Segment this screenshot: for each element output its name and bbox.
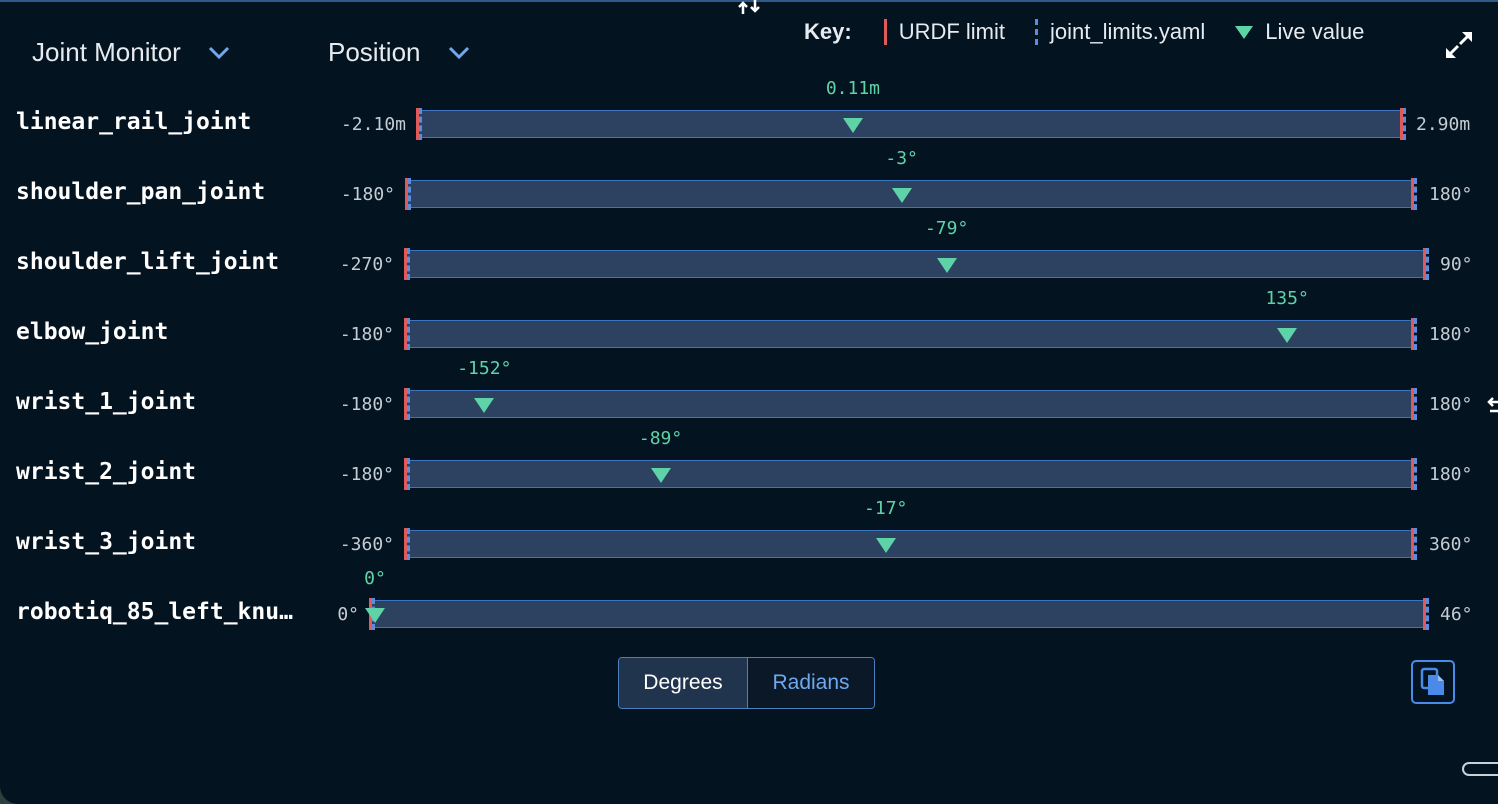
yaml-max-limit [1426,248,1429,280]
joint-name: shoulder_pan_joint [16,179,266,205]
joint-max-label: 180° [1429,464,1473,485]
joint-min-label: -180° [339,324,394,345]
yaml-min-limit [407,318,410,350]
joint-range-track [406,250,1425,278]
joint-min-label: -360° [339,534,394,555]
joint-range-track [406,530,1413,558]
live-value-label: -17° [864,498,908,519]
joint-max-label: 360° [1429,534,1473,555]
mode-selector-dropdown[interactable]: Position [328,30,471,74]
legend-item-urdf: URDF limit [883,19,1006,45]
joint-monitor-panel: Joint Monitor Position Key: URDF limit j… [0,0,1498,804]
yaml-min-limit [407,248,410,280]
joint-max-label: 90° [1440,254,1473,275]
joint-name: wrist_2_joint [16,459,197,485]
yaml-max-limit [1414,458,1417,490]
radians-button[interactable]: Radians [748,658,874,708]
legend-label: Live value [1265,19,1365,44]
view-selector-dropdown[interactable]: Joint Monitor [32,30,231,74]
joint-min-label: -270° [339,254,394,275]
chevron-down-icon [208,46,229,60]
live-value-label: -79° [924,218,969,239]
joint-name: elbow_joint [16,319,169,345]
legend-item-live: Live value [1235,19,1364,45]
arrow-left-icon[interactable] [1486,394,1498,418]
live-value-label: -152° [457,358,512,379]
live-value-marker [875,538,896,553]
legend-label: joint_limits.yaml [1050,19,1206,44]
live-value-label: -89° [638,428,683,449]
yaml-min-limit [408,178,411,210]
yaml-max-limit [1414,318,1417,350]
joint-max-label: 180° [1429,324,1473,345]
yaml-max-limit [1414,178,1417,210]
degrees-button[interactable]: Degrees [619,658,748,708]
yaml-max-limit [1414,388,1417,420]
legend-title: Key: [804,19,852,44]
joint-range-track [406,390,1413,418]
legend-label: URDF limit [898,19,1006,44]
expand-icon[interactable] [1442,28,1476,62]
live-value-label: -3° [885,148,918,169]
joint-min-label: -180° [339,394,394,415]
yaml-min-limit [407,528,410,560]
live-value-marker [1277,328,1298,343]
yaml-max-limit [1426,598,1429,630]
joint-max-label: 2.90m [1416,114,1471,135]
legend-item-yaml: joint_limits.yaml [1035,19,1205,45]
chevron-down-icon [448,46,469,60]
yaml-min-limit [407,458,410,490]
live-value-marker [474,398,495,413]
live-value-label: 135° [1265,288,1309,309]
copy-button[interactable] [1411,660,1455,704]
joint-range-track [418,110,1402,138]
live-value-label: 0° [364,568,386,589]
joint-name: wrist_3_joint [16,529,197,555]
joint-range-track [371,600,1425,628]
joint-name: robotiq_85_left_knu… [16,599,293,625]
joint-name: wrist_1_joint [16,389,197,415]
joint-min-label: -180° [340,184,395,205]
yaml-min-limit [419,108,422,140]
joint-range-track [406,460,1413,488]
live-value-marker [650,468,671,483]
sort-arrows-icon [738,0,760,14]
live-value-marker [936,258,957,273]
yaml-max-limit [1414,528,1417,560]
live-value-marker [891,188,912,203]
resize-handle[interactable] [1462,762,1498,776]
joint-name: shoulder_lift_joint [16,249,280,275]
live-value-marker [365,608,385,623]
yaml-min-limit [407,388,410,420]
yaml-limit-swatch [1035,19,1039,45]
joint-max-label: 46° [1440,604,1473,625]
joint-min-label: -2.10m [340,114,406,135]
joint-min-label: -180° [339,464,394,485]
mode-selector-label: Position [328,36,421,67]
yaml-max-limit [1403,108,1406,140]
copy-icon [1420,667,1444,695]
joint-max-label: 180° [1429,394,1473,415]
joint-min-label: 0° [337,604,359,625]
live-value-swatch [1235,25,1254,39]
joint-range-track [406,320,1413,348]
joint-max-label: 180° [1429,184,1473,205]
view-selector-label: Joint Monitor [32,36,181,67]
legend: Key: URDF limit joint_limits.yaml Live v… [804,18,1394,46]
live-value-label: 0.11m [825,78,881,99]
live-value-marker [842,118,863,133]
joint-name: linear_rail_joint [16,109,252,135]
unit-toggle: Degrees Radians [618,657,875,709]
urdf-limit-swatch [883,19,887,45]
